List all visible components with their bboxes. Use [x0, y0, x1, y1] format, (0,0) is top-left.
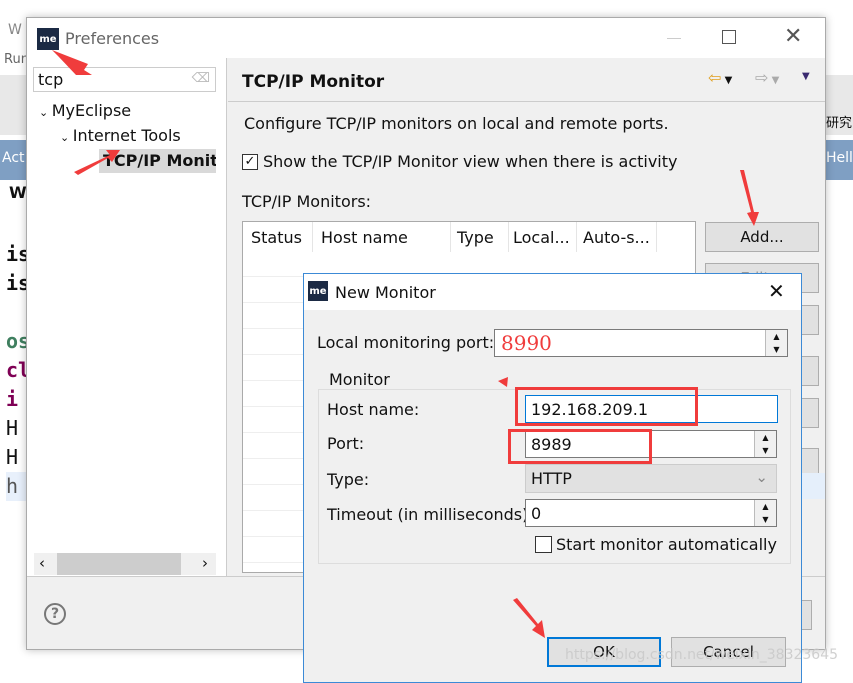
annotation-arrows	[52, 50, 759, 638]
arrow-to-add	[740, 170, 759, 226]
watermark: https://blog.csdn.net/weixin_38323645	[565, 647, 839, 663]
annotation-marker	[498, 377, 508, 387]
arrow-to-ok	[513, 598, 545, 638]
arrow-to-search	[52, 50, 92, 75]
arrow-to-tree	[74, 150, 120, 175]
